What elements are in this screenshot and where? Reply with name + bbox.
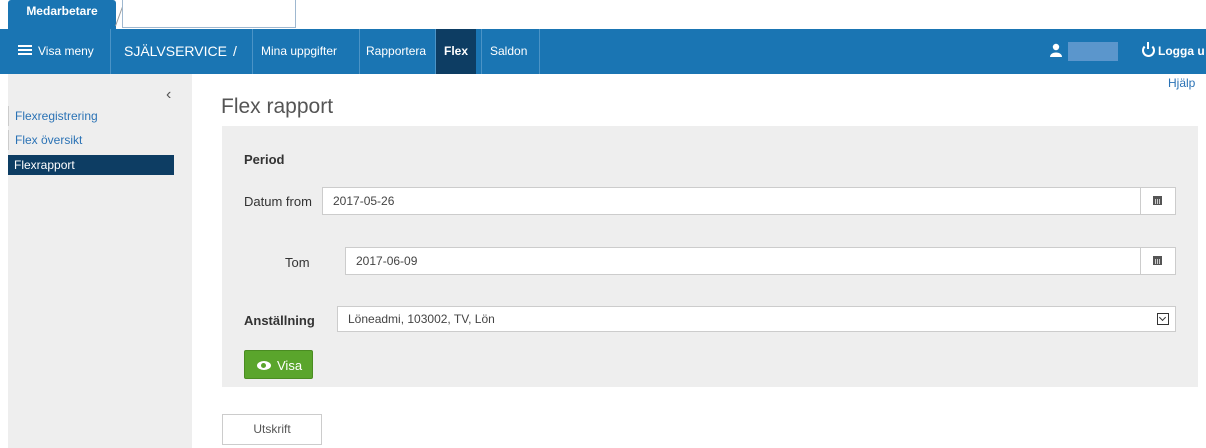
- nav-divider: [481, 29, 482, 74]
- nav-divider: [110, 29, 111, 74]
- page-title: Flex rapport: [221, 95, 334, 118]
- visa-meny-label: Visa meny: [38, 44, 94, 58]
- username-redacted[interactable]: [1068, 42, 1118, 61]
- tab-redacted[interactable]: [122, 0, 296, 28]
- employment-label: Anställning: [244, 313, 315, 328]
- nav-rapportera[interactable]: Rapportera: [366, 29, 426, 74]
- select-arrow-icon: [1157, 313, 1169, 325]
- from-date-calendar-button[interactable]: [1140, 188, 1175, 214]
- eye-icon: [257, 361, 271, 371]
- show-report-button[interactable]: Visa: [244, 350, 313, 379]
- to-date-field[interactable]: 2017-06-09: [345, 247, 1176, 275]
- nav-saldon[interactable]: Saldon: [490, 29, 527, 74]
- period-heading: Period: [244, 152, 285, 167]
- power-icon: [1142, 41, 1155, 57]
- nav-flex[interactable]: Flex: [436, 29, 477, 74]
- print-button[interactable]: Utskrift: [222, 414, 322, 445]
- calendar-icon: [1153, 196, 1162, 205]
- to-date-calendar-button[interactable]: [1140, 248, 1175, 274]
- nav-separator: /: [233, 43, 237, 59]
- chevron-left-icon[interactable]: ‹: [166, 86, 171, 104]
- user-icon[interactable]: [1050, 43, 1062, 57]
- employment-value: Löneadmi, 103002, TV, Lön: [348, 312, 495, 326]
- sidebar-item-flex-oversikt[interactable]: Flex översikt: [8, 130, 174, 150]
- nav-sjalvservice[interactable]: SJÄLVSERVICE: [124, 29, 227, 74]
- nav-divider: [359, 29, 360, 74]
- logout-button[interactable]: Logga u: [1142, 29, 1205, 74]
- menu-icon: [18, 45, 32, 56]
- from-date-value: 2017-05-26: [333, 194, 395, 208]
- top-tab-strip: Medarbetare: [0, 0, 1206, 29]
- sidebar-item-flexregistrering[interactable]: Flexregistrering: [8, 106, 174, 126]
- help-link[interactable]: Hjälp: [1168, 76, 1195, 90]
- employment-select[interactable]: Löneadmi, 103002, TV, Lön: [337, 306, 1176, 332]
- main-navbar: Visa meny SJÄLVSERVICE / Mina uppgifter …: [0, 29, 1206, 74]
- logout-label: Logga u: [1158, 44, 1205, 58]
- nav-divider: [539, 29, 540, 74]
- nav-divider: [252, 29, 253, 74]
- to-date-label: Tom: [285, 255, 310, 270]
- from-date-field[interactable]: 2017-05-26: [322, 187, 1176, 215]
- to-date-value: 2017-06-09: [356, 254, 418, 268]
- sidebar-item-flexrapport[interactable]: Flexrapport: [8, 155, 174, 175]
- show-button-label: Visa: [277, 358, 303, 373]
- from-date-label: Datum from: [244, 194, 312, 209]
- tab-medarbetare[interactable]: Medarbetare: [8, 0, 116, 29]
- nav-mina-uppgifter[interactable]: Mina uppgifter: [261, 29, 337, 74]
- visa-meny-button[interactable]: Visa meny: [18, 29, 94, 74]
- calendar-icon: [1153, 256, 1162, 265]
